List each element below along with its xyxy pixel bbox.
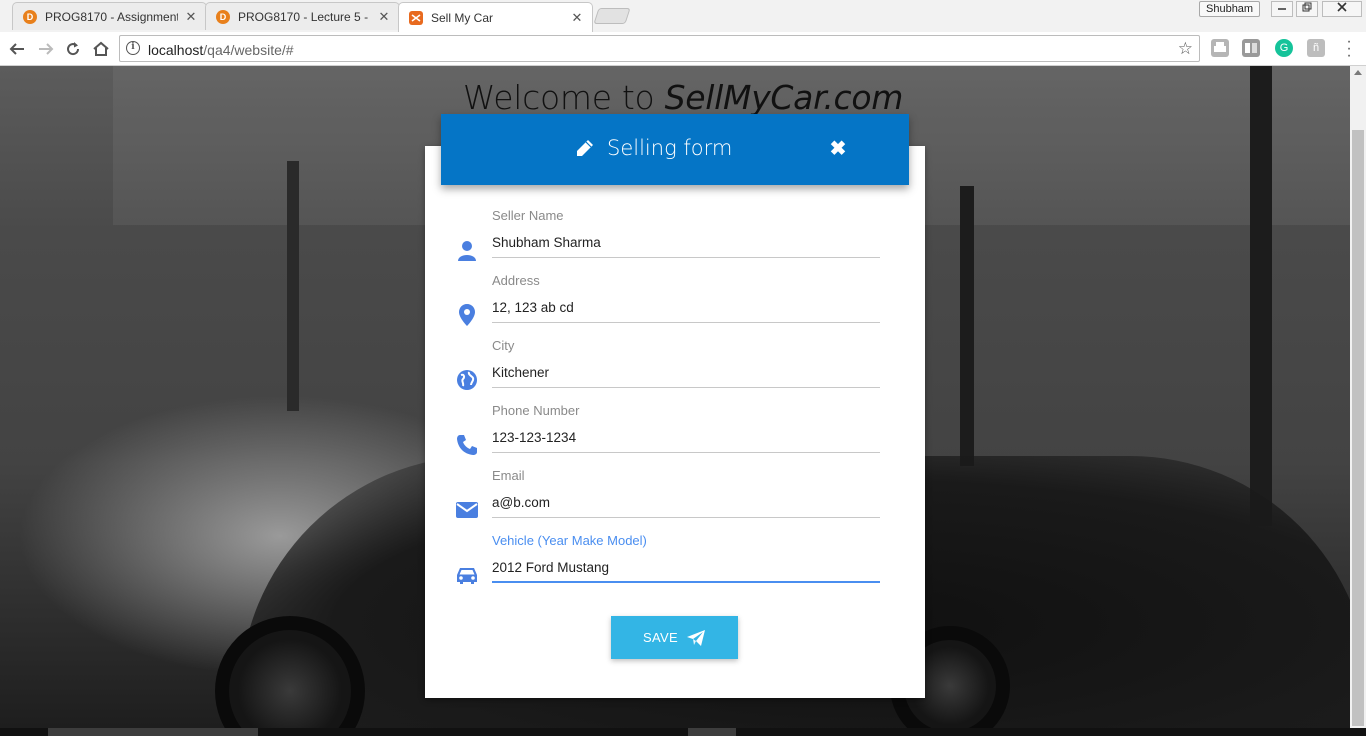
close-form-icon[interactable]: ✖ [828,138,848,160]
xampp-favicon-icon [409,10,423,25]
address-input[interactable] [492,293,880,323]
email-input[interactable] [492,488,880,518]
phone-number-label: Phone Number [492,403,580,418]
d2l-favicon-icon: D [216,9,230,24]
home-icon[interactable] [90,38,112,60]
restore-icon[interactable] [1296,1,1318,17]
new-tab-button[interactable] [593,8,631,24]
reader-extension-icon[interactable] [1242,39,1260,57]
seller-name-field: Seller Name [425,208,925,273]
browser-tab-lecture[interactable]: D PROG8170 - Lecture 5 - F ✕ [205,2,400,30]
d2l-favicon-icon: D [23,9,37,24]
page-scrollbar[interactable] [1350,66,1366,728]
browser-tab-assignment[interactable]: D PROG8170 - Assignment ✕ [12,2,207,30]
url-host: localhost [148,42,204,58]
globe-icon [457,370,477,390]
address-field: Address [425,273,925,338]
vehicle-field: Vehicle (Year Make Model) [425,533,925,598]
phone-icon [457,435,477,455]
background-pole [287,161,299,411]
browser-tab-strip: D PROG8170 - Assignment ✕ D PROG8170 - L… [0,0,1366,32]
car-icon [457,568,477,584]
paper-plane-icon [686,629,705,646]
vehicle-input[interactable] [492,553,880,583]
browser-menu-icon[interactable]: · · · [1344,34,1354,64]
address-label: Address [492,273,540,288]
save-button-label: SAVE [643,630,678,645]
background-pole [960,186,974,466]
user-icon [458,241,476,261]
phone-number-input[interactable] [492,423,880,453]
save-button[interactable]: SAVE [611,616,738,659]
email-field: Email [425,468,925,533]
address-bar[interactable]: i localhost/qa4/website/# ☆ [119,35,1200,62]
tab-close-icon[interactable]: ✕ [377,9,391,25]
page-background: Welcome to SellMyCar.com Seller Name Add… [0,66,1366,728]
city-input[interactable] [492,358,880,388]
welcome-prefix: Welcome to [462,78,665,117]
taskbar-item[interactable] [48,728,258,736]
pencil-icon [577,140,593,156]
url-text: localhost/qa4/website/# [148,42,294,58]
profile-button[interactable]: Shubham [1199,1,1261,17]
tab-title: Sell My Car [431,10,494,25]
background-pole [1250,66,1272,526]
vehicle-label: Vehicle (Year Make Model) [492,533,647,548]
tab-close-icon[interactable]: ✕ [570,10,584,26]
forward-arrow-icon[interactable] [35,38,57,60]
reload-icon[interactable] [62,38,84,60]
extension-icon[interactable]: ñ [1307,39,1325,57]
browser-tab-sell-my-car[interactable]: Sell My Car ✕ [398,2,593,32]
welcome-heading: Welcome to SellMyCar.com [0,78,1366,117]
grammarly-extension-icon[interactable]: G [1275,39,1293,57]
email-label: Email [492,468,525,483]
os-taskbar [0,728,1366,736]
bookmark-star-icon[interactable]: ☆ [1178,39,1193,59]
scroll-up-arrow-icon[interactable] [1354,70,1362,75]
seller-name-label: Seller Name [492,208,564,223]
envelope-icon [456,502,478,518]
city-field: City [425,338,925,403]
map-marker-icon [459,304,475,326]
phone-number-field: Phone Number [425,403,925,468]
url-path: /qa4/website/# [203,42,294,58]
city-label: City [492,338,515,353]
selling-form-card: Seller Name Address City Phone Number Em… [425,146,925,698]
taskbar-item[interactable] [688,728,736,736]
tab-title: PROG8170 - Assignment [45,9,178,24]
browser-toolbar: i localhost/qa4/website/# ☆ G ñ · · · [0,32,1366,66]
minimize-icon[interactable] [1271,1,1293,17]
tab-title: PROG8170 - Lecture 5 - F [238,9,371,24]
scrollbar-thumb[interactable] [1352,130,1364,726]
tab-close-icon[interactable]: ✕ [184,9,198,25]
window-close-icon[interactable] [1322,1,1362,17]
seller-name-input[interactable] [492,228,880,258]
selling-form-header: Selling form ✖ [441,114,909,185]
site-info-icon[interactable]: i [126,41,140,55]
printer-extension-icon[interactable] [1211,39,1229,57]
selling-form-title: Selling form [607,136,733,160]
back-arrow-icon[interactable] [6,38,28,60]
welcome-brand: SellMyCar.com [664,78,904,117]
